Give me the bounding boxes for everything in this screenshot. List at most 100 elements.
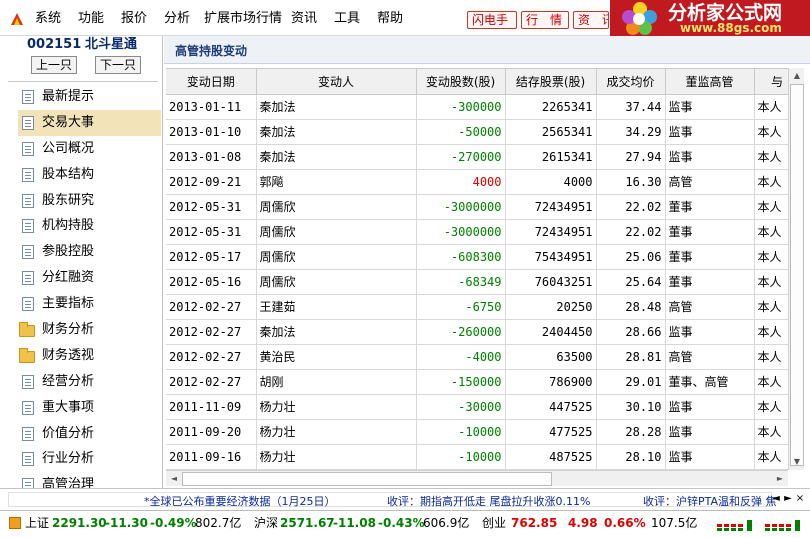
- cell-relation: 本人: [754, 319, 788, 345]
- col-header-change-shares[interactable]: 变动股数(股): [416, 69, 506, 95]
- menu-analysis[interactable]: 分析: [164, 11, 190, 27]
- menu-help[interactable]: 帮助: [377, 11, 403, 27]
- cell-person: 周儒欣: [256, 219, 417, 245]
- cell-remaining-shares: 2565341: [505, 119, 597, 145]
- quotes-button[interactable]: 行 情: [521, 11, 569, 29]
- ticker-item[interactable]: 收评：期指高开低走 尾盘拉升收涨0.11%: [387, 493, 590, 510]
- sidebar-item[interactable]: 公司概况: [18, 136, 161, 162]
- cell-relation: 本人: [754, 394, 788, 420]
- cell-relation: 本人: [754, 119, 788, 145]
- table-row[interactable]: 2011-09-20 杨力壮 -10000 477525 28.28 监事 本人: [166, 419, 788, 445]
- table-row[interactable]: 2012-09-21 郭飚 4000 4000 16.30 高管 本人: [166, 169, 788, 195]
- menu-news[interactable]: 资讯: [291, 11, 317, 27]
- vertical-scrollbar[interactable]: ▲ ▼: [788, 68, 804, 470]
- table-row[interactable]: 2012-02-27 黄治民 -4000 63500 28.81 高管 本人: [166, 344, 788, 370]
- sidebar: 002151 北斗星通 上一只 下一只 最新提示 交易大事 公司概况 股本结构 股东研究…: [0, 36, 163, 488]
- scroll-right-icon[interactable]: ►: [772, 471, 788, 487]
- table-row[interactable]: 2012-02-27 秦加法 -260000 2404450 28.66 监事 本人: [166, 319, 788, 345]
- cy-index-amount: 107.5亿: [651, 516, 698, 530]
- table-row[interactable]: 2012-05-17 周儒欣 -608300 75434951 25.06 董事 本人: [166, 244, 788, 270]
- sidebar-item[interactable]: 参股控股: [18, 239, 161, 265]
- cell-avg-price: 28.81: [596, 344, 666, 370]
- cy-index-label[interactable]: 创业: [482, 515, 506, 531]
- sidebar-item[interactable]: 最新提示: [18, 84, 161, 110]
- sidebar-item[interactable]: 财务透视: [18, 343, 161, 369]
- cell-relation: 本人: [754, 169, 788, 195]
- vertical-scroll-thumb[interactable]: [790, 84, 804, 466]
- ticker-item[interactable]: 收评：沪锌PTA温和反弹 焦: [643, 493, 777, 510]
- cell-avg-price: 34.29: [596, 119, 666, 145]
- cell-change-shares: -30000: [416, 394, 506, 420]
- table-row[interactable]: 2013-01-08 秦加法 -270000 2615341 27.94 监事 本人: [166, 144, 788, 170]
- cell-person: 秦加法: [256, 144, 417, 170]
- panel-header: 高管持股变动: [164, 36, 810, 64]
- sidebar-item[interactable]: 高管治理: [18, 472, 161, 488]
- col-header-relation[interactable]: 与: [754, 69, 788, 95]
- table-row[interactable]: 2012-05-31 周儒欣 -3000000 72434951 22.02 董事 本人: [166, 219, 788, 245]
- cell-role: 董事: [665, 269, 755, 295]
- market-status-icon[interactable]: [9, 517, 21, 529]
- menu-quote[interactable]: 报价: [121, 11, 147, 27]
- table-row[interactable]: 2013-01-11 秦加法 -300000 2265341 37.44 监事 本人: [166, 94, 788, 120]
- cell-change-shares: -10000: [416, 419, 506, 445]
- cell-change-shares: -10000: [416, 444, 506, 470]
- sh-index-label[interactable]: 上证: [25, 515, 49, 531]
- horizontal-scroll-thumb[interactable]: [182, 472, 552, 486]
- cell-person: 秦加法: [256, 119, 417, 145]
- table-row[interactable]: 2012-02-27 胡刚 -150000 786900 29.01 董事、高管 本人: [166, 369, 788, 395]
- sidebar-item[interactable]: 机构持股: [18, 213, 161, 239]
- sidebar-item[interactable]: 股东研究: [18, 188, 161, 214]
- ticker-next-icon[interactable]: ►: [782, 492, 794, 506]
- sidebar-item[interactable]: 分红融资: [18, 265, 161, 291]
- sidebar-item[interactable]: 主要指标: [18, 291, 161, 317]
- cell-relation: 本人: [754, 294, 788, 320]
- ticker-close-icon[interactable]: ×: [794, 492, 806, 506]
- sidebar-item[interactable]: 交易大事: [18, 109, 161, 136]
- table-row[interactable]: 2012-02-27 王建茹 -6750 20250 28.48 高管 本人: [166, 294, 788, 320]
- cell-change-shares: -50000: [416, 119, 506, 145]
- cell-remaining-shares: 63500: [505, 344, 597, 370]
- cell-remaining-shares: 2404450: [505, 319, 597, 345]
- scroll-down-icon[interactable]: ▼: [789, 454, 805, 470]
- horizontal-scrollbar[interactable]: ◄ ►: [166, 470, 788, 486]
- menu-system[interactable]: 系统: [35, 11, 61, 27]
- next-stock-button[interactable]: 下一只: [95, 56, 141, 74]
- cell-person: 杨力壮: [256, 394, 417, 420]
- menu-tools[interactable]: 工具: [334, 11, 360, 27]
- cy-index-change: 4.98: [568, 516, 598, 530]
- ticker-prev-icon[interactable]: ◄: [770, 492, 782, 506]
- sidebar-item[interactable]: 行业分析: [18, 446, 161, 472]
- sz-index-label[interactable]: 沪深: [254, 515, 278, 531]
- scroll-up-icon[interactable]: ▲: [789, 68, 805, 84]
- previous-stock-button[interactable]: 上一只: [31, 56, 77, 74]
- scroll-left-icon[interactable]: ◄: [166, 471, 182, 487]
- menu-extended-market[interactable]: 扩展市场行情: [204, 11, 282, 27]
- news-button[interactable]: 资 讯: [573, 11, 609, 29]
- menu-function[interactable]: 功能: [78, 11, 104, 27]
- sz-index-amount: 606.9亿: [423, 516, 470, 530]
- col-header-role[interactable]: 董监高管: [665, 69, 755, 95]
- col-header-date[interactable]: 变动日期: [166, 69, 257, 95]
- cell-remaining-shares: 2265341: [505, 94, 597, 120]
- flash-trade-button[interactable]: 闪电手: [467, 11, 517, 29]
- sidebar-item[interactable]: 经营分析: [18, 369, 161, 395]
- table-row[interactable]: 2011-11-09 杨力壮 -30000 447525 30.10 监事 本人: [166, 394, 788, 420]
- col-header-remaining-shares[interactable]: 结存股票(股): [505, 69, 597, 95]
- app-logo-icon[interactable]: [9, 11, 25, 27]
- table-row[interactable]: 2012-05-16 周儒欣 -68349 76043251 25.64 董事 本人: [166, 269, 788, 295]
- market-breadth-icon[interactable]: [717, 517, 807, 533]
- cell-relation: 本人: [754, 369, 788, 395]
- sidebar-item[interactable]: 价值分析: [18, 421, 161, 447]
- sidebar-item[interactable]: 股本结构: [18, 162, 161, 188]
- cell-avg-price: 27.94: [596, 144, 666, 170]
- cell-person: 王建茹: [256, 294, 417, 320]
- col-header-avg-price[interactable]: 成交均价: [596, 69, 666, 95]
- cell-relation: 本人: [754, 419, 788, 445]
- table-row[interactable]: 2012-05-31 周儒欣 -3000000 72434951 22.02 董事 本人: [166, 194, 788, 220]
- ticker-item[interactable]: *全球已公布重要经济数据（1月25日）: [144, 493, 336, 510]
- table-row[interactable]: 2013-01-10 秦加法 -50000 2565341 34.29 监事 本人: [166, 119, 788, 145]
- table-row[interactable]: 2011-09-16 杨力壮 -10000 487525 28.10 监事 本人: [166, 444, 788, 470]
- sidebar-item[interactable]: 财务分析: [18, 317, 161, 343]
- col-header-person[interactable]: 变动人: [256, 69, 417, 95]
- sidebar-item[interactable]: 重大事项: [18, 395, 161, 421]
